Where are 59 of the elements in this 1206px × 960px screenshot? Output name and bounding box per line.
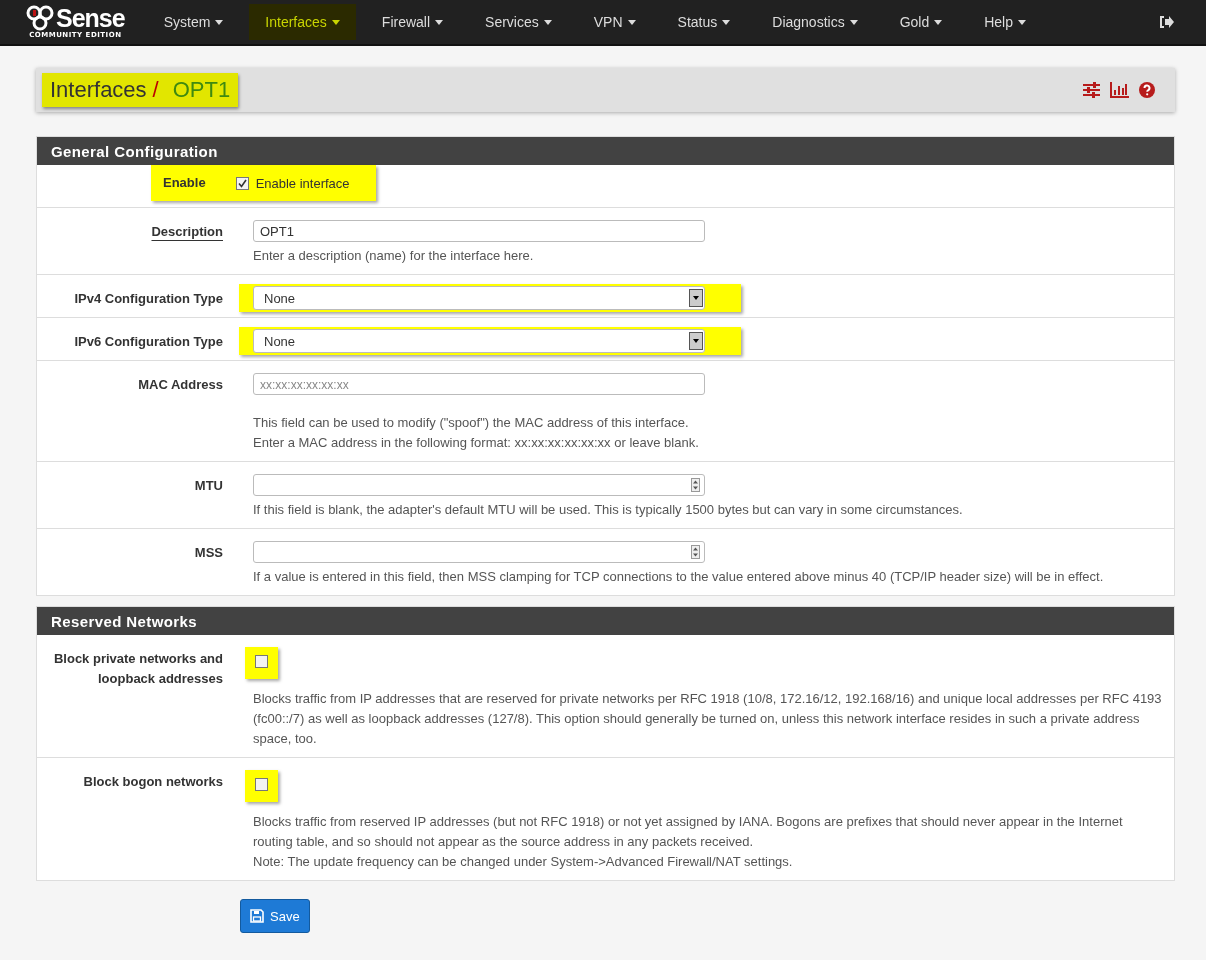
field-label: Block private networks and loopback addresses: [52, 650, 223, 688]
field-label: IPv6 Configuration Type: [74, 333, 223, 351]
help-text: This field can be used to modify ("spoof") the MAC address of this interface.: [253, 414, 690, 432]
save-button[interactable]: Save: [240, 899, 310, 933]
field-label: MAC Address: [138, 376, 223, 394]
checkbox[interactable]: [235, 176, 249, 190]
nav-menu[interactable]: VPN: [577, 4, 652, 40]
help-text: Enter a MAC address in the following format: xx:xx:xx:xx:xx:xx or leave blank.: [253, 434, 699, 452]
spinner-icon: [691, 545, 700, 559]
logout-icon[interactable]: [1158, 14, 1174, 30]
help-icon[interactable]: [1139, 82, 1155, 98]
nav-menu[interactable]: Diagnostics: [756, 4, 874, 40]
panel-heading: Reserved Networks: [37, 607, 1174, 635]
logo-name: Sense: [56, 6, 125, 30]
caret-icon: [849, 19, 858, 25]
nav-menu[interactable]: Status: [661, 4, 747, 40]
nav-menu[interactable]: Help: [968, 4, 1042, 40]
breadcrumb-link[interactable]: Interfaces: [50, 77, 147, 103]
sliders-icon[interactable]: [1083, 82, 1100, 98]
text-field[interactable]: xx:xx:xx:xx:xx:xx: [253, 373, 705, 395]
caret-icon: [722, 19, 731, 25]
caret-icon: [543, 19, 552, 25]
help-text: Blocks traffic from IP addresses that are reserved for private networks per RFC 1918 (10/8, 172.16/12, 192.168/16) and unique local addresses per RFC 4193 (fc00::/7) as well as loopback addresses (127/8). This option should generally be turned on, unless this network interface resides in such a private address space, too.: [253, 690, 1162, 748]
help-text: Blocks traffic from reserved IP addresses (but not RFC 1918) or not yet assigned by IANA. Bogons are prefixes that should never appear in the Internet routing table, and so should not appear as the source address in any packets received.: [253, 813, 1124, 851]
text-field[interactable]: OPT1: [253, 220, 705, 242]
spinner-icon: [691, 478, 700, 492]
caret-icon: [215, 19, 224, 25]
number-field[interactable]: [253, 541, 705, 563]
checkbox-label[interactable]: Enable interface: [255, 175, 350, 191]
caret-icon: [1018, 19, 1026, 25]
field-label: IPv4 Configuration Type: [74, 290, 223, 308]
nav-menu[interactable]: Services: [469, 4, 568, 40]
help-text: If a value is entered in this field, then MSS clamping for TCP connections to the value entered above minus 40 (TCP/IP header size) will be in effect.: [253, 568, 1104, 586]
caret-icon: [435, 19, 444, 25]
nav-menu[interactable]: Gold: [883, 4, 959, 40]
panel-heading: General Configuration: [37, 137, 1174, 165]
nav-menu[interactable]: Firewall: [365, 4, 460, 40]
checkbox[interactable]: [255, 778, 268, 791]
bar-chart-icon[interactable]: [1110, 82, 1129, 98]
field-label: Description: [151, 223, 223, 241]
dropdown[interactable]: None: [253, 286, 705, 310]
field-label: MSS: [194, 544, 223, 562]
logo-icon: [26, 5, 56, 31]
nav-menu[interactable]: System: [147, 4, 240, 40]
help-text: If this field is blank, the adapter's default MTU will be used. This is typically 1500 bytes but can vary in some circumstances.: [253, 501, 963, 519]
help-text: Enter a description (name) for the interface here.: [253, 247, 534, 265]
number-field[interactable]: [253, 474, 705, 496]
checkbox[interactable]: [255, 655, 268, 668]
breadcrumb-current: OPT1: [172, 77, 231, 103]
help-text: Note: The update frequency can be changed under System->Advanced Firewall/NAT settings.: [253, 853, 794, 871]
nav-menu[interactable]: Interfaces: [249, 4, 356, 40]
field-label: Block bogon networks: [83, 773, 223, 791]
field-label: MTU: [194, 477, 223, 495]
caret-icon: [331, 19, 340, 25]
breadcrumb-separator: /: [152, 77, 159, 103]
caret-icon: [627, 19, 636, 25]
caret-icon: [934, 19, 943, 25]
field-label: Enable: [163, 174, 206, 192]
dropdown[interactable]: None: [253, 329, 705, 353]
